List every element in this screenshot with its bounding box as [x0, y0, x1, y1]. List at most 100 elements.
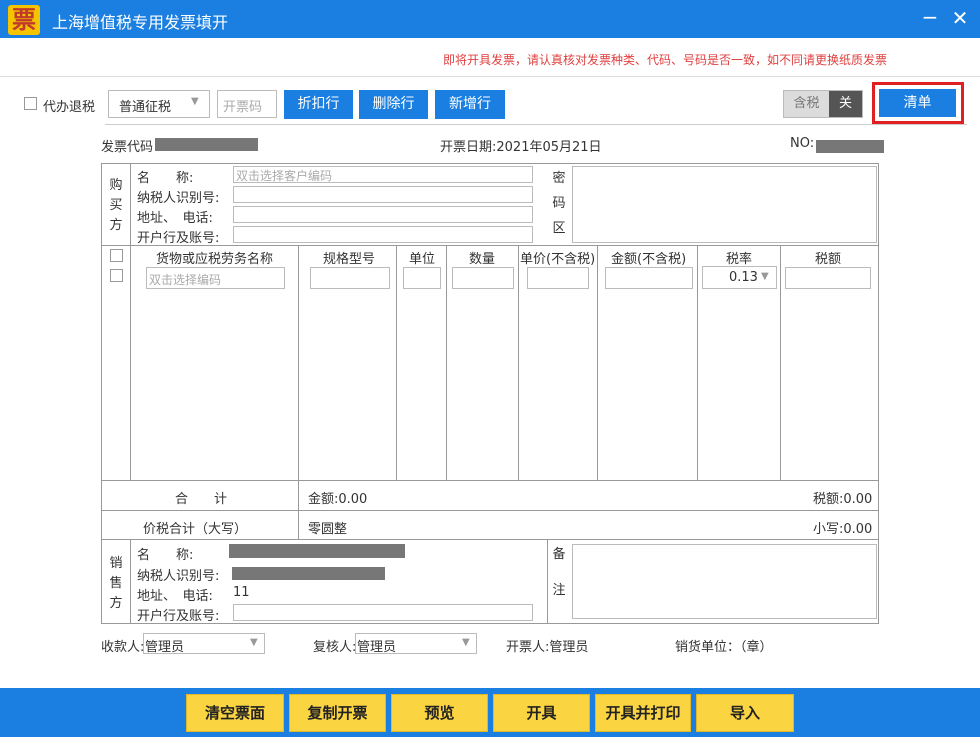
- buyer-bank-input[interactable]: [233, 226, 533, 243]
- divider: [105, 124, 967, 125]
- minimize-button[interactable]: −: [916, 6, 944, 32]
- capital-total-label: 价税合计（大写）: [143, 522, 248, 537]
- seller-phone-value: 11: [233, 585, 250, 600]
- redacted-invoice-number: [816, 140, 884, 153]
- invoice-code-placeholder: 开票码: [223, 100, 263, 115]
- chevron-down-icon: ▼: [761, 271, 769, 282]
- payee-label: 收款人:: [101, 640, 145, 655]
- copy-invoice-button[interactable]: 复制开票: [289, 694, 386, 732]
- tax-type-value: 普通征税: [119, 100, 172, 115]
- quantity-input[interactable]: [452, 267, 514, 289]
- divider: [697, 245, 698, 481]
- payee-select[interactable]: 管理员 ▼: [143, 633, 265, 655]
- invoice-app-icon: 票: [8, 5, 40, 35]
- warning-notice: 即将开具发票，请认真核对发票种类、代码、号码是否一致，如不同请更换纸质发票: [443, 53, 888, 67]
- divider: [518, 245, 519, 481]
- seller-section-label: 销 售 方: [109, 556, 123, 611]
- divider: [597, 245, 598, 481]
- column-header: 税率: [726, 252, 753, 267]
- import-button[interactable]: 导入: [696, 694, 794, 732]
- preview-button[interactable]: 预览: [391, 694, 488, 732]
- total-label: 合 计: [175, 492, 228, 507]
- payee-value: 管理员: [145, 640, 185, 655]
- amount-input[interactable]: [605, 267, 693, 289]
- divider: [130, 163, 131, 246]
- buyer-name-placeholder: 双击选择客户编码: [236, 169, 333, 183]
- tax-rate-value: 0.13: [729, 270, 758, 285]
- column-header: 税额: [815, 252, 842, 267]
- issue-button[interactable]: 开具: [493, 694, 590, 732]
- seller-unit-stamp-label: 销货单位：（章）: [675, 640, 773, 655]
- buyer-address-input[interactable]: [233, 206, 533, 223]
- divider: [130, 539, 131, 624]
- redacted-seller-taxid: [232, 567, 385, 580]
- seller-bank-input[interactable]: [233, 604, 533, 621]
- redacted-seller-name: [229, 544, 405, 558]
- select-all-checkbox[interactable]: [110, 249, 123, 262]
- reviewer-select[interactable]: 管理员 ▼: [355, 633, 477, 655]
- clear-form-button[interactable]: 清空票面: [186, 694, 284, 732]
- seller-address-label: 地址、 电话:: [137, 589, 213, 604]
- reviewer-label: 复核人:: [313, 640, 357, 655]
- password-area-label: 密 码 区: [552, 171, 566, 236]
- divider: [101, 510, 879, 511]
- buyer-taxid-label: 纳税人识别号:: [137, 191, 220, 206]
- list-button[interactable]: 清单: [879, 89, 956, 117]
- toggle-state-label: 关: [829, 91, 862, 117]
- close-button[interactable]: ✕: [946, 6, 974, 32]
- column-header: 金额(不含税): [611, 252, 687, 267]
- column-header: 单价(不含税): [520, 252, 596, 267]
- tax-inclusive-label: 含税: [784, 91, 829, 117]
- unit-price-input[interactable]: [527, 267, 589, 289]
- divider: [780, 245, 781, 481]
- unit-input[interactable]: [403, 267, 441, 289]
- buyer-bank-label: 开户行及账号:: [137, 231, 220, 246]
- spec-input[interactable]: [310, 267, 390, 289]
- reviewer-value: 管理员: [357, 640, 397, 655]
- issue-and-print-button[interactable]: 开具并打印: [595, 694, 691, 732]
- total-tax: 税额:0.00: [813, 492, 873, 507]
- item-name-placeholder: 双击选择编码: [149, 273, 222, 287]
- item-name-input[interactable]: 双击选择编码: [146, 267, 285, 289]
- tax-amount-input[interactable]: [785, 267, 871, 289]
- divider: [396, 245, 397, 481]
- row-checkbox[interactable]: [110, 269, 123, 282]
- seller-name-label: 名 称:: [137, 548, 194, 563]
- divider: [101, 480, 879, 481]
- divider: [101, 539, 879, 540]
- issue-date: 开票日期:2021年05月21日: [440, 140, 602, 155]
- tax-rate-select[interactable]: 0.13 ▼: [702, 266, 777, 289]
- seller-bank-label: 开户行及账号:: [137, 609, 220, 624]
- refund-label: 代办退税: [43, 100, 96, 115]
- tax-inclusive-toggle[interactable]: 含税 关: [783, 90, 863, 118]
- chevron-down-icon: ▼: [462, 637, 470, 648]
- divider: [0, 76, 980, 77]
- column-header: 货物或应税劳务名称: [156, 252, 274, 267]
- add-row-button[interactable]: 新增行: [435, 90, 505, 119]
- divider: [298, 245, 299, 481]
- column-header: 规格型号: [323, 252, 376, 267]
- refund-checkbox[interactable]: [24, 97, 37, 110]
- buyer-section-label: 购 买 方: [109, 178, 123, 233]
- column-header: 单位: [409, 252, 436, 267]
- tax-type-select[interactable]: 普通征税 ▼: [108, 90, 210, 118]
- invoice-code-input[interactable]: 开票码: [217, 90, 277, 118]
- divider: [130, 245, 131, 481]
- bottom-action-bar: 清空票面 复制开票 预览 开具 开具并打印 导入: [0, 688, 980, 737]
- column-header: 数量: [469, 252, 496, 267]
- remarks-label: 备 注: [552, 547, 566, 598]
- capital-total-value: 零圆整: [308, 522, 348, 537]
- buyer-address-label: 地址、 电话:: [137, 211, 213, 226]
- discount-row-button[interactable]: 折扣行: [284, 90, 353, 119]
- remarks-input[interactable]: [572, 544, 877, 619]
- password-area: [572, 166, 877, 243]
- total-amount: 金额:0.00: [308, 492, 368, 507]
- buyer-name-input[interactable]: 双击选择客户编码: [233, 166, 533, 183]
- divider: [446, 245, 447, 481]
- buyer-taxid-input[interactable]: [233, 186, 533, 203]
- chevron-down-icon: ▼: [250, 637, 258, 648]
- buyer-name-label: 名 称:: [137, 171, 194, 186]
- delete-row-button[interactable]: 删除行: [359, 90, 428, 119]
- divider: [101, 245, 879, 246]
- invoice-number-label: NO:: [790, 136, 815, 151]
